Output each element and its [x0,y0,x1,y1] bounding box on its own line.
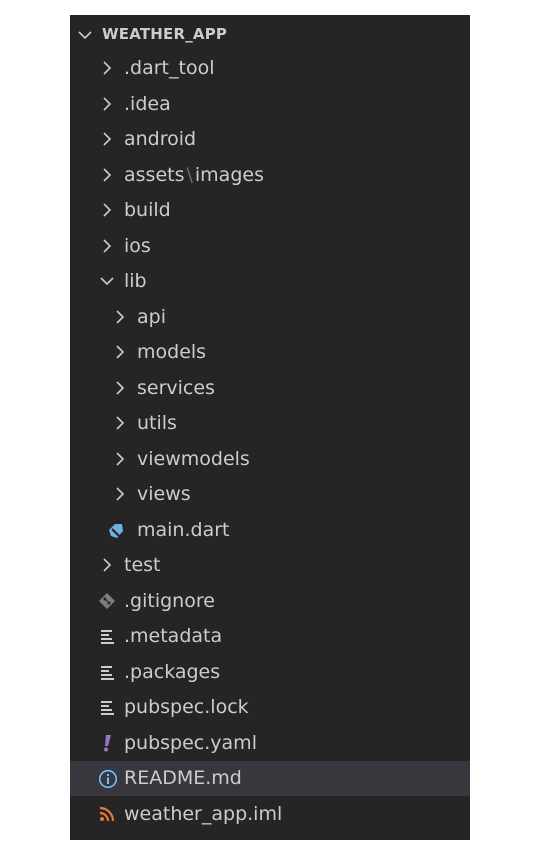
tree-item-label: lib [124,270,147,292]
chevron-down-icon [76,26,94,44]
chevron-right-icon [98,59,116,77]
file-item-pubspec-lock[interactable]: pubspec.lock [70,690,470,725]
folder-item-viewmodels[interactable]: viewmodels [70,442,470,477]
chevron-right-icon [111,414,129,432]
explorer-root-title: WEATHER_APP [102,25,228,43]
tree-item-label: models [137,341,207,363]
folder-item-idea[interactable]: .idea [70,87,470,122]
folder-item-assets-images[interactable]: assets \ images [70,158,470,193]
tree-item-label: .idea [124,92,171,115]
path-separator: \ [186,163,193,186]
folder-item-utils[interactable]: utils [70,406,470,441]
tree-item-label: viewmodels [137,447,250,470]
file-item-metadata[interactable]: .metadata [70,619,470,654]
tree-item-label: pubspec.yaml [124,731,257,754]
file-item-readme-md[interactable]: README.md [70,761,470,796]
tree-item-label: ios [124,234,151,257]
chevron-down-icon [98,272,116,290]
chevron-right-icon [111,343,129,361]
tree-item-label: api [137,305,166,328]
tree-item-label: .metadata [124,625,223,647]
chevron-right-icon [98,95,116,113]
tree-item-label: .gitignore [124,589,215,612]
tree-item-label: services [137,376,215,399]
chevron-right-icon [111,379,129,397]
path-segment: images [194,163,264,186]
file-item-packages[interactable]: .packages [70,655,470,690]
file-explorer-panel: WEATHER_APP .dart_tool .idea android assets… [70,15,470,840]
file-item-pubspec-yaml[interactable]: pubspec.yaml [70,726,470,761]
rss-feed-icon [98,805,116,823]
text-lines-icon [98,627,116,645]
tree-item-label: utils [137,412,177,434]
folder-item-test[interactable]: test [70,548,470,583]
info-icon [98,769,118,789]
tree-item-label: weather_app.iml [124,802,283,825]
tree-item-label: android [124,128,197,150]
chevron-right-icon [98,201,116,219]
tree-item-label: .dart_tool [124,57,215,79]
tree-item-label: main.dart [137,518,230,541]
folder-item-services[interactable]: services [70,371,470,406]
folder-item-dart-tool[interactable]: .dart_tool [70,51,470,86]
explorer-root-folder[interactable]: WEATHER_APP [70,19,470,49]
path-segment: assets [124,163,185,186]
yaml-exclamation-icon [98,734,116,752]
chevron-right-icon [98,130,116,148]
chevron-right-icon [98,237,116,255]
text-lines-icon [98,698,116,716]
tree-item-label: .packages [124,660,221,683]
tree-item-label: test [124,554,161,576]
chevron-right-icon [98,556,116,574]
chevron-right-icon [111,450,129,468]
tree-item-label: assets \ images [124,164,264,186]
chevron-right-icon [111,308,129,326]
chevron-right-icon [111,485,129,503]
folder-item-build[interactable]: build [70,193,470,228]
folder-item-views[interactable]: views [70,477,470,512]
folder-item-models[interactable]: models [70,335,470,370]
tree-item-label: build [124,199,171,221]
text-lines-icon [98,663,116,681]
file-item-weather-app-iml[interactable]: weather_app.iml [70,797,470,832]
tree-item-label: README.md [124,767,242,789]
file-item-main-dart[interactable]: main.dart [70,513,470,548]
folder-item-ios[interactable]: ios [70,229,470,264]
folder-item-api[interactable]: api [70,300,470,335]
folder-item-android[interactable]: android [70,122,470,157]
chevron-right-icon [98,166,116,184]
folder-item-lib[interactable]: lib [70,264,470,299]
dart-file-icon [106,521,124,539]
git-file-icon [98,592,116,610]
tree-item-label: pubspec.lock [124,696,249,718]
tree-item-label: views [137,483,191,505]
file-item-gitignore[interactable]: .gitignore [70,584,470,619]
